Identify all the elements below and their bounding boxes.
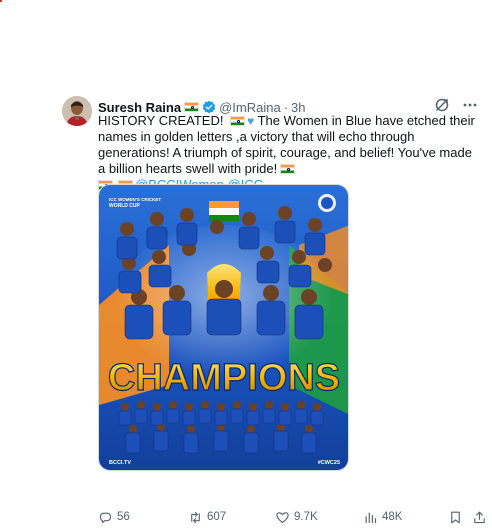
india-flag-emoji: [184, 102, 200, 112]
verified-badge-icon: [202, 100, 216, 114]
tweet-text: HISTORY CREATED! ♥ The Women in Blue hav…: [98, 113, 482, 193]
like-button[interactable]: 9.7K: [275, 510, 318, 525]
bookmark-icon: [451, 511, 460, 523]
views-icon: [365, 512, 377, 523]
poster-footer-left: BCCI.TV: [109, 460, 131, 466]
reply-icon: [99, 512, 112, 523]
repost-button[interactable]: 607: [188, 510, 226, 525]
india-flag-emoji: [280, 164, 296, 174]
poster-logo-line1: ICC WOMEN'S CRICKET: [109, 197, 161, 202]
like-count: 9.7K: [294, 511, 318, 523]
tweet-actions: 56 607 9.7K 48K: [98, 507, 492, 527]
grok-icon[interactable]: [434, 97, 450, 113]
avatar[interactable]: [62, 96, 92, 126]
bookmark-button[interactable]: [448, 510, 463, 525]
reply-button[interactable]: 56: [98, 510, 130, 525]
india-flag-emoji: [230, 116, 246, 126]
repost-count: 607: [207, 511, 227, 523]
more-icon[interactable]: [462, 97, 478, 113]
tweet-text-part-1: HISTORY CREATED!: [98, 113, 228, 128]
poster-logo-line2: WORLD CUP: [109, 203, 140, 209]
tweet-media-image[interactable]: ICC WOMEN'S CRICKET WORLD CUP CHAMPIONS: [98, 184, 349, 471]
poster-headline: CHAMPIONS: [108, 357, 340, 399]
repost-icon: [191, 511, 200, 523]
like-icon: [276, 511, 289, 523]
top-left-marker: [0, 0, 2, 2]
champions-poster: ICC WOMEN'S CRICKET WORLD CUP CHAMPIONS: [99, 185, 348, 470]
reply-count: 56: [117, 511, 130, 523]
tweet[interactable]: Suresh Raina @ImRaina · 3h HISTORY CREAT…: [0, 90, 492, 530]
share-icon: [474, 511, 485, 523]
views-count: 48K: [382, 511, 403, 523]
views-button[interactable]: 48K: [363, 510, 402, 525]
avatar-image: [62, 96, 92, 126]
share-button[interactable]: [472, 510, 487, 525]
poster-footer-right: #CWC25: [318, 460, 340, 466]
